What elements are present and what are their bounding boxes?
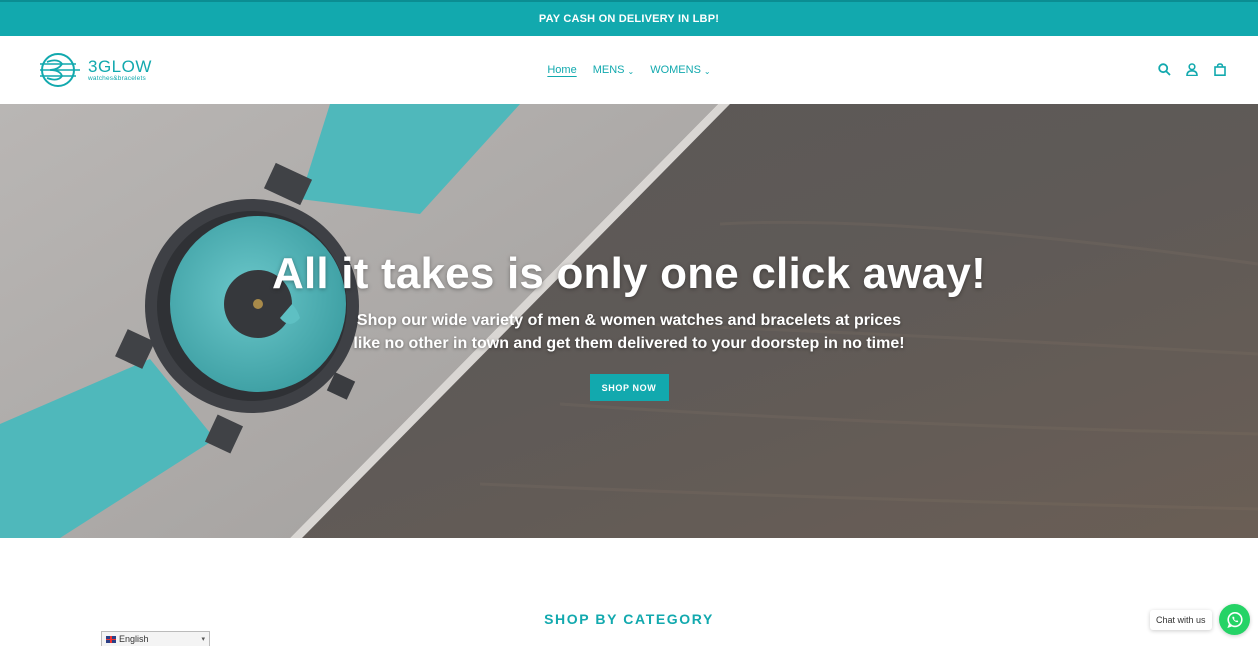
- nav-item-womens[interactable]: WOMENS ⌄: [650, 64, 710, 76]
- chevron-down-icon: ▾: [201, 636, 205, 643]
- language-selector[interactable]: English ▾: [101, 631, 210, 646]
- chat-label-text: Chat with us: [1156, 615, 1206, 625]
- whatsapp-chat-button[interactable]: [1219, 604, 1250, 635]
- header-icons: [1156, 60, 1228, 78]
- cart-icon[interactable]: [1212, 60, 1228, 78]
- shop-now-button[interactable]: SHOP NOW: [589, 374, 669, 401]
- shop-by-category-heading: SHOP BY CATEGORY: [544, 611, 714, 627]
- site-logo[interactable]: 3GLOW watches&bracelets: [38, 52, 152, 88]
- nav-item-label: WOMENS: [650, 64, 701, 76]
- announcement-text: PAY CASH ON DELIVERY IN LBP!: [538, 13, 720, 25]
- nav-item-label: MENS: [592, 64, 625, 76]
- hero-subtitle-line-2: like no other in town and get them deliv…: [353, 335, 905, 352]
- logo-text: 3GLOW watches&bracelets: [88, 58, 152, 83]
- logo-brand: 3GLOW: [88, 56, 152, 76]
- hero-subtitle: Shop our wide variety of men & women wat…: [353, 309, 904, 355]
- language-label: English: [119, 634, 149, 644]
- logo-mark-icon: [40, 53, 80, 87]
- chevron-down-icon: ⌄: [703, 66, 711, 76]
- chevron-down-icon: ⌄: [627, 66, 635, 76]
- search-icon[interactable]: [1156, 60, 1172, 78]
- nav-item-label: Home: [547, 64, 577, 76]
- hero-title: All it takes is only one click away!: [272, 249, 986, 298]
- announcement-bar: PAY CASH ON DELIVERY IN LBP!: [0, 0, 1258, 36]
- nav-item-mens[interactable]: MENS ⌄: [593, 64, 634, 76]
- hero-banner: All it takes is only one click away! Sho…: [0, 104, 1258, 538]
- hero-subtitle-line-1: Shop our wide variety of men & women wat…: [356, 312, 902, 329]
- whatsapp-icon: [1226, 611, 1243, 628]
- nav-item-home[interactable]: Home: [547, 64, 576, 76]
- account-icon[interactable]: [1184, 60, 1200, 78]
- main-nav: Home MENS ⌄ WOMENS ⌄: [0, 36, 1258, 104]
- uk-flag-icon: [106, 635, 116, 643]
- chat-label[interactable]: Chat with us: [1150, 610, 1212, 630]
- logo-tagline: watches&bracelets: [88, 74, 146, 82]
- hero-content: All it takes is only one click away! Sho…: [0, 104, 1258, 538]
- site-header: 3GLOW watches&bracelets Home MENS ⌄ WOME…: [0, 36, 1258, 104]
